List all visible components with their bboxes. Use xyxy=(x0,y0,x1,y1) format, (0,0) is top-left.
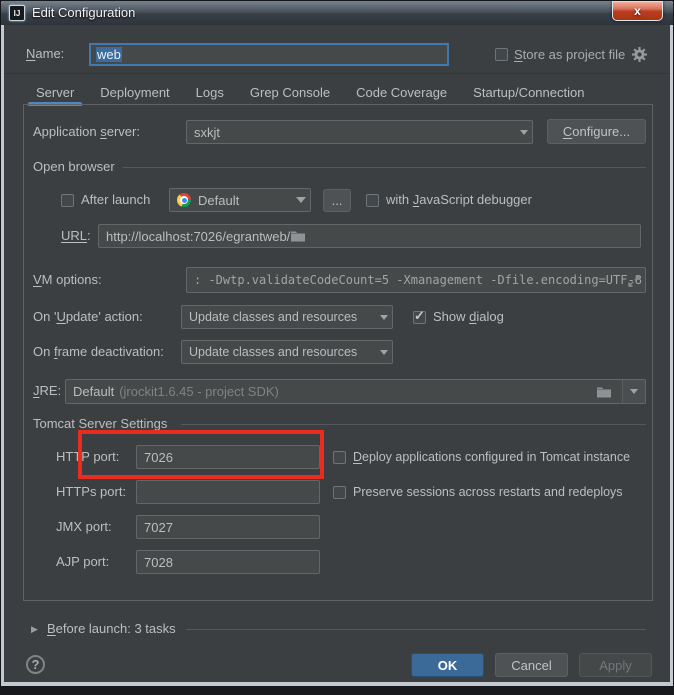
chevron-down-icon xyxy=(296,197,306,203)
tab-grep-console[interactable]: Grep Console xyxy=(237,79,343,105)
deploy-applications-label[interactable]: Deploy applications configured in Tomcat… xyxy=(353,447,630,467)
tab-startup-connection[interactable]: Startup/Connection xyxy=(460,79,597,105)
gear-icon[interactable] xyxy=(632,47,647,62)
divider xyxy=(186,629,646,630)
chevron-down-icon xyxy=(380,315,388,320)
jmx-port-value: 7027 xyxy=(144,520,173,535)
tab-code-coverage[interactable]: Code Coverage xyxy=(343,79,460,105)
tab-logs[interactable]: Logs xyxy=(183,79,237,105)
browser-select[interactable]: Default xyxy=(169,188,311,212)
divider xyxy=(123,167,646,168)
url-label: URL: xyxy=(61,226,91,246)
show-dialog-checkbox[interactable]: ✓ xyxy=(413,311,426,324)
disclosure-triangle-icon[interactable]: ▶ xyxy=(31,622,38,636)
ok-button[interactable]: OK xyxy=(411,653,484,677)
store-as-project-file-checkbox[interactable]: ✓ xyxy=(495,48,508,61)
on-update-action-label: On 'Update' action: xyxy=(33,307,143,327)
name-input[interactable]: web xyxy=(89,43,449,66)
jre-dropdown-button[interactable] xyxy=(622,380,645,403)
open-browser-section-title: Open browser xyxy=(33,157,115,177)
ajp-port-value: 7028 xyxy=(144,555,173,570)
cancel-button[interactable]: Cancel xyxy=(495,653,568,677)
close-icon: x xyxy=(634,5,641,17)
name-value-selected-text: web xyxy=(96,47,122,62)
name-label: Name: xyxy=(26,44,64,64)
vm-options-value: : -Dwtp.validateCodeCount=5 -Xmanagement… xyxy=(194,273,642,287)
store-as-project-file-label[interactable]: Store as project file xyxy=(514,45,625,65)
titlebar[interactable]: IJ Edit Configuration x xyxy=(1,1,673,25)
show-dialog-label[interactable]: Show dialog xyxy=(433,307,504,327)
screen: IJ Edit Configuration x Name: web ✓ Stor… xyxy=(0,0,674,695)
divider xyxy=(181,424,646,425)
vm-options-input[interactable]: : -Dwtp.validateCodeCount=5 -Xmanagement… xyxy=(186,267,646,293)
on-frame-deactivation-label: On frame deactivation: xyxy=(33,342,164,362)
close-button[interactable]: x xyxy=(612,1,663,21)
https-port-input[interactable] xyxy=(136,480,320,504)
deploy-applications-checkbox[interactable]: ✓ xyxy=(333,451,346,464)
js-debugger-checkbox[interactable]: ✓ xyxy=(366,194,379,207)
url-input[interactable]: http://localhost:7026/egrantweb/ xyxy=(98,224,641,248)
chrome-icon xyxy=(177,193,191,207)
configure-button[interactable]: Configure... xyxy=(547,119,646,144)
url-value: http://localhost:7026/egrantweb/ xyxy=(106,229,290,244)
http-port-value: 7026 xyxy=(144,450,173,465)
intellij-logo-icon: IJ xyxy=(9,5,25,21)
ajp-port-label: AJP port: xyxy=(56,552,109,572)
vm-options-label: VM options: xyxy=(33,270,102,290)
on-update-action-value: Update classes and resources xyxy=(189,310,374,324)
edit-configuration-dialog: IJ Edit Configuration x Name: web ✓ Stor… xyxy=(0,0,674,687)
more-browsers-button[interactable]: ... xyxy=(323,189,351,212)
browse-folder-icon[interactable] xyxy=(290,230,306,242)
jre-value: Default xyxy=(73,384,114,399)
on-update-action-select[interactable]: Update classes and resources xyxy=(181,305,393,329)
after-launch-label[interactable]: After launch xyxy=(81,190,150,210)
tab-server[interactable]: Server xyxy=(23,79,87,105)
apply-button[interactable]: Apply xyxy=(579,653,652,677)
divider xyxy=(4,73,670,74)
jre-label: JRE: xyxy=(33,381,61,401)
jmx-port-input[interactable]: 7027 xyxy=(136,515,320,539)
ajp-port-input[interactable]: 7028 xyxy=(136,550,320,574)
help-icon[interactable]: ? xyxy=(26,655,45,674)
https-port-label: HTTPs port: xyxy=(56,482,126,502)
tab-bar: Server Deployment Logs Grep Console Code… xyxy=(23,79,597,105)
expand-icon[interactable] xyxy=(628,275,640,287)
checkmark-icon: ✓ xyxy=(414,308,425,324)
browse-folder-icon[interactable] xyxy=(596,386,612,398)
on-frame-deactivation-value: Update classes and resources xyxy=(189,345,374,359)
tab-deployment[interactable]: Deployment xyxy=(87,79,182,105)
js-debugger-label[interactable]: with JavaScript debugger xyxy=(386,190,532,210)
preserve-sessions-label[interactable]: Preserve sessions across restarts and re… xyxy=(353,482,623,502)
http-port-input[interactable]: 7026 xyxy=(136,445,320,469)
application-server-select[interactable]: sxkjt xyxy=(186,120,533,144)
http-port-label: HTTP port: xyxy=(56,447,119,467)
chevron-down-icon xyxy=(520,130,528,135)
application-server-value: sxkjt xyxy=(194,125,514,140)
chevron-down-icon xyxy=(630,389,638,394)
tomcat-settings-section-title: Tomcat Server Settings xyxy=(33,414,167,434)
chevron-down-icon xyxy=(380,350,388,355)
jre-value-detail: (jrockit1.6.45 - project SDK) xyxy=(119,384,279,399)
window-title: Edit Configuration xyxy=(32,1,135,25)
before-launch-label[interactable]: Before launch: 3 tasks xyxy=(47,619,176,639)
on-frame-deactivation-select[interactable]: Update classes and resources xyxy=(181,340,393,364)
jre-select[interactable]: Default (jrockit1.6.45 - project SDK) xyxy=(65,379,646,404)
after-launch-checkbox[interactable]: ✓ xyxy=(61,194,74,207)
jmx-port-label: JMX port: xyxy=(56,517,112,537)
preserve-sessions-checkbox[interactable]: ✓ xyxy=(333,486,346,499)
browser-value: Default xyxy=(198,193,290,208)
application-server-label: Application server: xyxy=(33,122,140,142)
